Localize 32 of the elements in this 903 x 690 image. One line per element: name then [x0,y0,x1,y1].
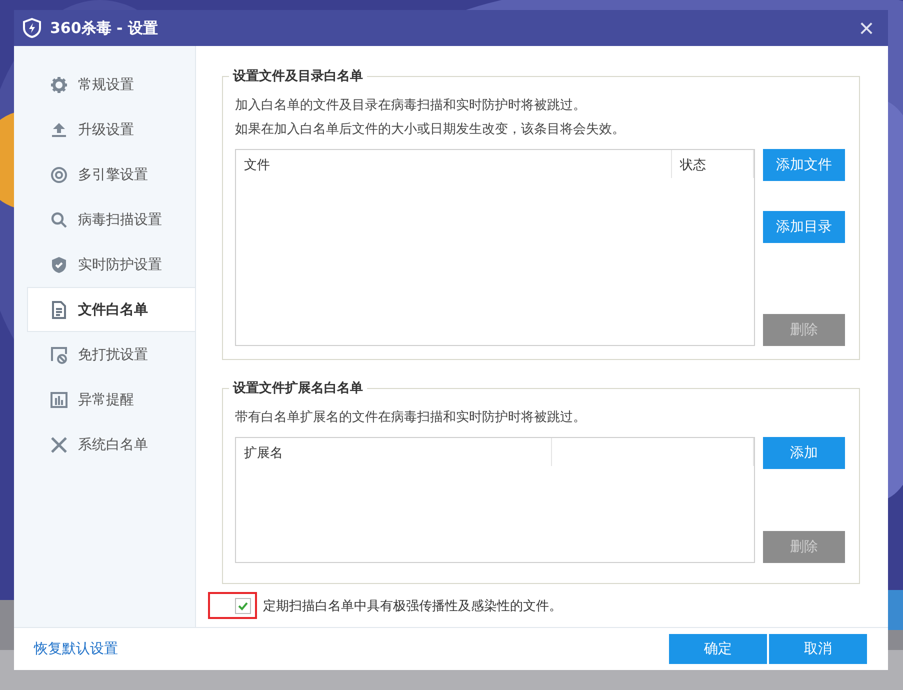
shield-icon [22,18,42,38]
sidebar-item[interactable]: 病毒扫描设置 [27,197,195,242]
block-icon [50,346,68,364]
upload-icon [50,120,68,138]
checkbox-label: 定期扫描白名单中具有极强传播性及感染性的文件。 [263,598,562,614]
sidebar-item[interactable]: 常规设置 [27,62,195,107]
window-title: 360杀毒 - 设置 [50,18,159,38]
section-title: 设置文件及目录白名单 [229,67,367,85]
sidebar-item[interactable]: 升级设置 [27,107,195,152]
column-header: 文件 [236,150,672,178]
search-icon [50,210,68,228]
sidebar-item[interactable]: 异常提醒 [27,377,195,422]
description-text: 加入白名单的文件及目录在病毒扫描和实时防护时将被跳过。 [235,97,587,115]
shield-icon [50,256,68,274]
sidebar-item[interactable]: 免打扰设置 [27,332,195,377]
column-header: 状态 [672,150,754,178]
checkbox[interactable] [235,598,251,614]
sidebar-item[interactable]: 文件白名单 [27,287,195,332]
description-text: 如果在加入白名单后文件的大小或日期发生改变，该条目将会失效。 [235,121,626,139]
sidebar-item[interactable]: 系统白名单 [27,422,195,467]
bar-chart-icon [50,390,68,408]
check-icon [237,600,249,612]
restore-defaults-link[interactable]: 恢复默认设置 [34,640,668,658]
column-header: 扩展名 [236,438,552,466]
section-title: 设置文件扩展名白名单 [229,379,367,397]
close-button[interactable]: × [852,15,880,41]
sidebar-item[interactable]: 实时防护设置 [27,242,195,287]
description-text: 带有白名单扩展名的文件在病毒扫描和实时防护时将被跳过。 [235,409,587,427]
document-icon [50,300,68,318]
gear-icon [50,76,68,94]
sidebar-item[interactable]: 多引擎设置 [27,152,195,197]
target-icon [50,166,68,184]
